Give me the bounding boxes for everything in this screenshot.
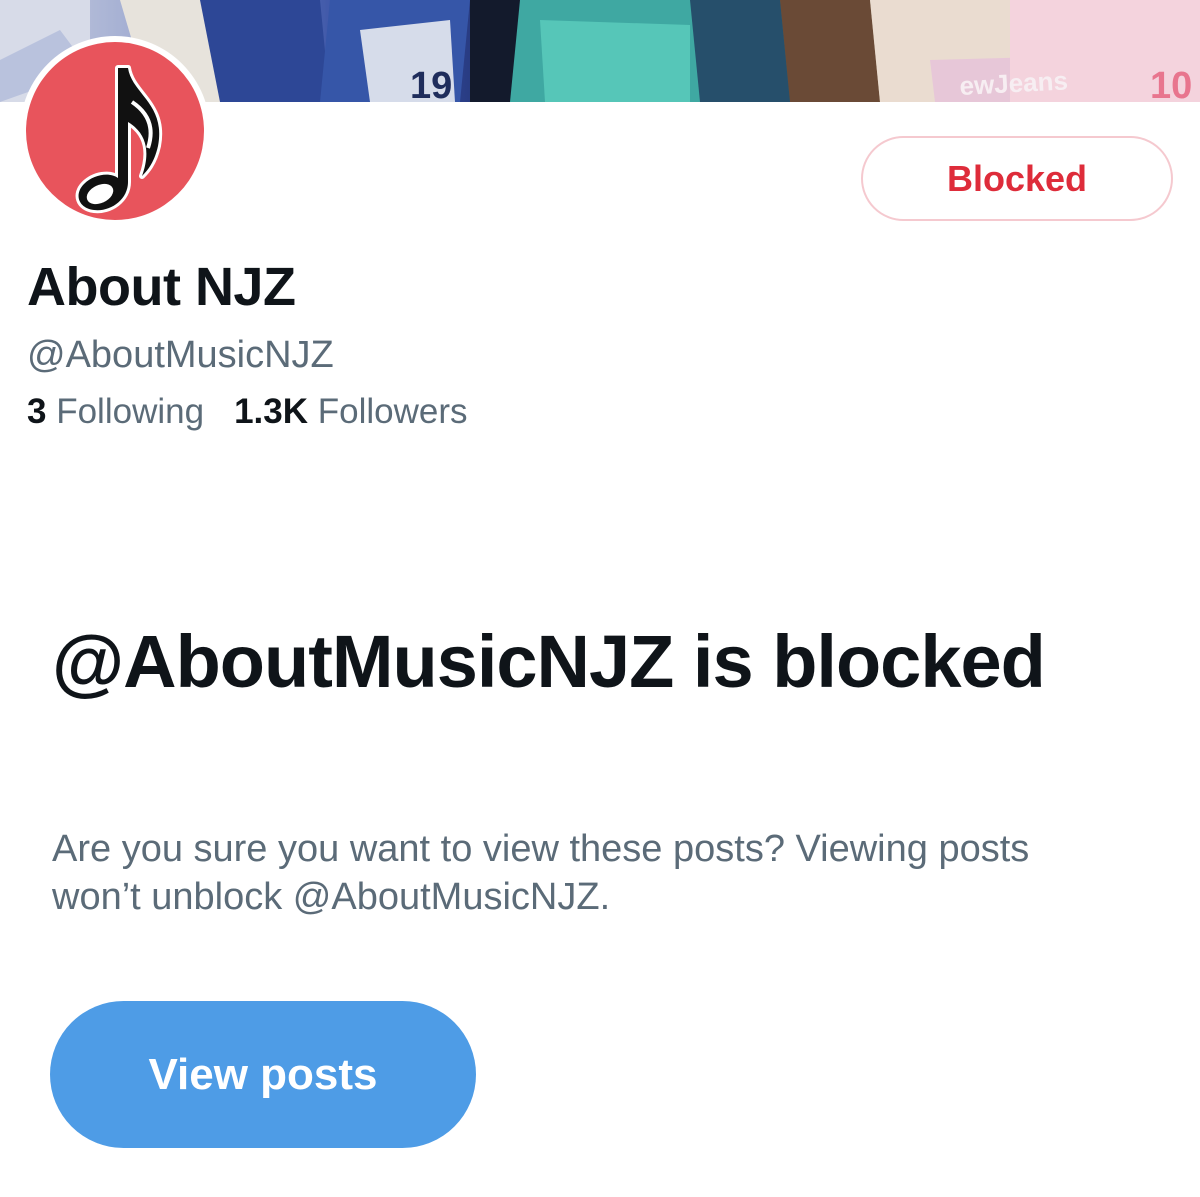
display-name: About NJZ	[27, 257, 296, 317]
svg-text:19: 19	[410, 65, 452, 102]
blocked-notice-title: @AboutMusicNJZ is blocked	[52, 620, 1046, 703]
follow-stats: 3 Following 1.3K Followers	[27, 392, 467, 432]
svg-text:ewJeans: ewJeans	[959, 65, 1069, 101]
profile-page: 19 10 ewJeans Blocked About NJZ @AboutMu…	[0, 0, 1200, 1197]
following-count: 3	[27, 392, 57, 431]
view-posts-button[interactable]: View posts	[50, 1001, 476, 1148]
music-note-icon	[75, 65, 163, 214]
following-link[interactable]: 3 Following	[27, 392, 204, 432]
followers-link[interactable]: 1.3K Followers	[234, 392, 467, 432]
following-label: Following	[56, 392, 205, 431]
avatar[interactable]	[20, 36, 210, 226]
blocked-button[interactable]: Blocked	[861, 136, 1173, 221]
svg-text:10: 10	[1150, 65, 1192, 102]
followers-label: Followers	[317, 392, 468, 431]
blocked-notice-body: Are you sure you want to view these post…	[52, 828, 1030, 918]
avatar-circle	[26, 42, 204, 220]
followers-count: 1.3K	[234, 392, 318, 431]
username-handle: @AboutMusicNJZ	[27, 334, 334, 376]
